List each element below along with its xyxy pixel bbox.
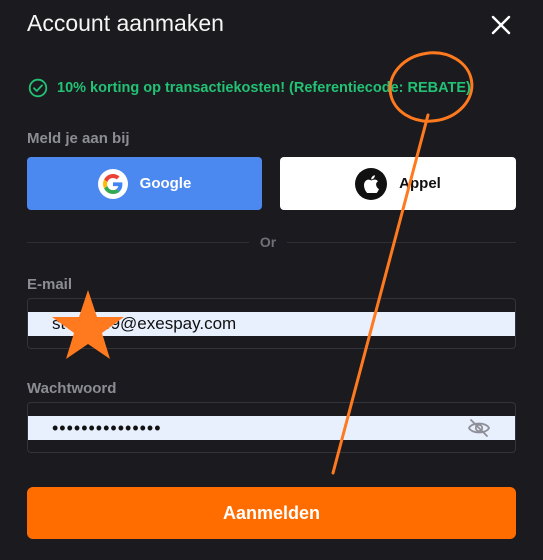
google-logo-icon [97,168,128,199]
referral-promo: 10% korting op transactiekosten! (Refere… [28,78,471,98]
google-button-label: Google [139,175,192,192]
promo-text: 10% korting op transactiekosten! (Refere… [57,80,471,96]
email-label: E-mail [27,276,73,293]
password-label: Wachtwoord [27,380,117,397]
eye-slash-icon [467,419,491,437]
divider-text: Or [259,234,277,250]
google-signin-button[interactable]: Google [27,157,262,210]
apple-signin-button[interactable]: Appel [280,157,516,210]
signup-submit-button[interactable]: Aanmelden [27,487,516,539]
email-field-box [27,298,516,349]
email-input[interactable] [28,312,482,336]
password-input[interactable] [28,416,482,440]
password-field-box [27,402,516,453]
divider-line-left [27,242,249,243]
close-icon [491,15,511,35]
apple-logo-icon [355,167,388,200]
divider-line-right [287,242,516,243]
sso-label: Meld je aan bij [27,130,130,147]
close-button[interactable] [488,12,514,38]
dialog-title: Account aanmaken [27,10,224,36]
check-circle-icon [28,78,48,98]
password-visibility-toggle[interactable] [467,417,491,439]
apple-button-label: Appel [399,175,441,192]
